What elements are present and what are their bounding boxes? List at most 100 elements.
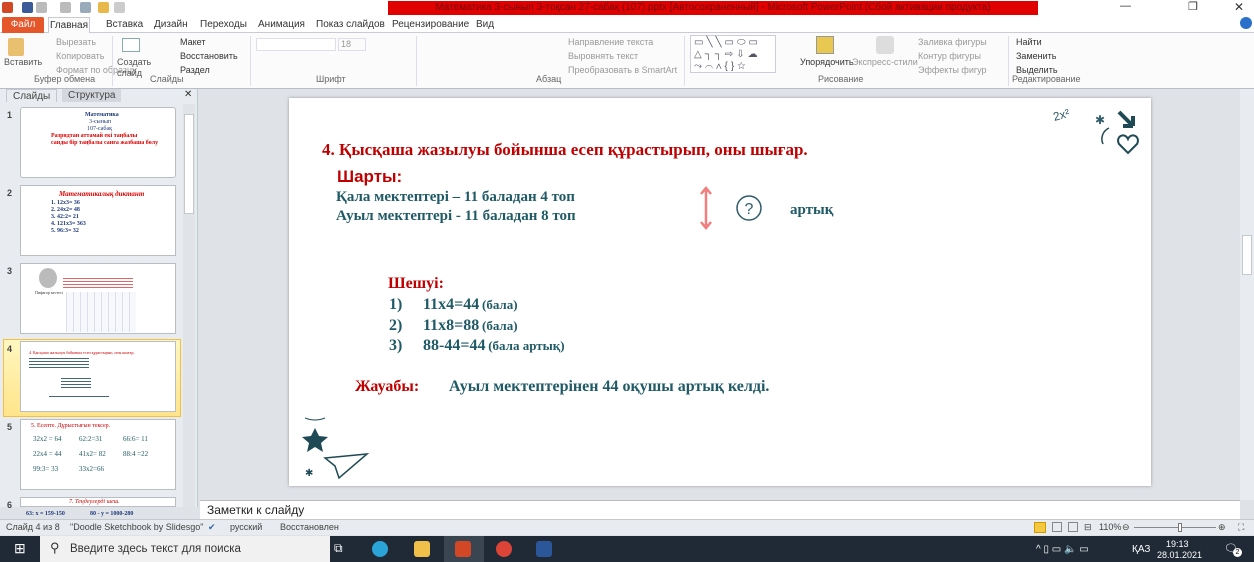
thumb-number: 1 <box>7 110 13 120</box>
fit-slide-button[interactable]: ⛶ <box>1238 522 1244 533</box>
paste-button[interactable]: Вставить <box>4 57 42 67</box>
taskbar-search[interactable]: Введите здесь текст для поиска <box>40 536 330 562</box>
close-button[interactable]: ✕ <box>1234 0 1244 14</box>
slide-thumbnail-3[interactable]: Пифагор кестесі <box>20 263 176 334</box>
thumb-text: 62:2=31 <box>79 435 103 443</box>
thumb-text: 41x2= 82 <box>79 450 106 458</box>
paste-icon <box>8 38 24 56</box>
shape-fill-button[interactable]: Заливка фигуры <box>918 37 987 47</box>
zoom-in-button[interactable]: ⊕ <box>1218 522 1226 533</box>
tray-icons[interactable]: ^ ▯ ▭ 🔈 ▭ <box>1036 544 1089 555</box>
find-button[interactable]: Найти <box>1016 37 1042 47</box>
tab-design[interactable]: Дизайн <box>154 17 188 33</box>
double-arrow-icon <box>700 186 712 230</box>
slideshow-view-button[interactable]: ⊟ <box>1084 522 1092 533</box>
save-icon[interactable] <box>22 2 33 13</box>
layout-button[interactable]: Макет <box>180 37 205 47</box>
restore-button[interactable]: ❐ <box>1188 0 1198 13</box>
window-title: Математика 3-сынып 3-тоқсан 27-сабақ (10… <box>388 1 1038 15</box>
slide-thumbnail-2[interactable]: Математикалық диктант 1. 12x3= 36 2. 24x… <box>20 185 176 256</box>
chrome-icon[interactable] <box>496 541 512 557</box>
redo-icon[interactable] <box>60 2 71 13</box>
status-bar: Слайд 4 из 8 "Doodle Sketchbook by Slide… <box>0 519 1254 535</box>
cut-button[interactable]: Вырезать <box>56 37 96 47</box>
slideshow-icon[interactable] <box>80 2 91 13</box>
text-direction-button[interactable]: Направление текста <box>568 37 653 47</box>
editor-scrollbar[interactable] <box>1240 89 1254 500</box>
thumb-text: 7. Теңдеулерді шеш. <box>69 499 120 505</box>
powerpoint-taskbar-icon[interactable] <box>455 541 471 557</box>
print-preview-icon[interactable] <box>114 2 125 13</box>
section-button[interactable]: Раздел <box>180 65 210 75</box>
thumb-text: 99:3= 33 <box>33 465 59 473</box>
tab-slideshow[interactable]: Показ слайдов <box>316 17 385 33</box>
reset-button[interactable]: Восстановить <box>180 51 238 61</box>
zoom-out-button[interactable]: ⊖ <box>1122 522 1130 533</box>
group-drawing: Рисование <box>818 74 864 84</box>
arrange-button[interactable]: Упорядочить <box>800 57 854 67</box>
tab-transitions[interactable]: Переходы <box>200 17 247 33</box>
quick-styles-icon <box>876 36 894 54</box>
language[interactable]: русский <box>230 522 262 532</box>
notes-field[interactable]: Заметки к слайду <box>200 500 1240 519</box>
edge-icon[interactable] <box>372 541 388 557</box>
more-label: артық <box>790 202 834 218</box>
tab-file[interactable]: Файл <box>2 17 44 33</box>
doodle-formula: 2x² <box>1051 106 1072 124</box>
new-slide-button[interactable]: Создать слайд <box>117 57 151 79</box>
tab-slides[interactable]: Слайды <box>6 89 58 102</box>
open-icon[interactable] <box>98 2 109 13</box>
quick-styles-button[interactable]: Экспресс-стили <box>852 57 918 67</box>
search-icon: ⚲ <box>50 540 60 555</box>
shapes-gallery[interactable]: ▭╲╲▭⬭▭ △┐┐⇨⇩☁ ⤳⌒∧{}☆ <box>690 35 776 73</box>
align-text-button[interactable]: Выровнять текст <box>568 51 638 61</box>
solution-step: 2) 11x8=88 (бала) <box>389 316 518 334</box>
slide-thumbnail-4[interactable]: 4. Қысқаша жазылуы бойынша есеп құрастыр… <box>20 341 176 412</box>
ribbon-tabs: Файл Главная Вставка Дизайн Переходы Ани… <box>0 16 1254 33</box>
shape-effects-button[interactable]: Эффекты фигур <box>918 65 987 75</box>
slide-thumbnail-6[interactable]: 7. Теңдеулерді шеш. <box>20 497 176 507</box>
svg-text:✱: ✱ <box>1095 113 1105 127</box>
tab-review[interactable]: Рецензирование <box>392 17 469 33</box>
windows-start-icon[interactable]: ⊞ <box>14 540 26 557</box>
tab-home[interactable]: Главная <box>48 17 90 33</box>
tab-outline[interactable]: Структура <box>62 89 122 102</box>
minimize-button[interactable]: — <box>1120 0 1131 12</box>
close-panel-button[interactable]: ✕ <box>184 89 192 100</box>
sorter-view-button[interactable] <box>1052 522 1062 532</box>
zoom-slider-thumb[interactable] <box>1178 523 1182 532</box>
tab-view[interactable]: Вид <box>476 17 494 33</box>
spellcheck-icon[interactable]: ✔ <box>208 522 216 533</box>
font-size-select[interactable]: 18 <box>338 38 366 51</box>
thumb-text: 5. Есепте. Дұрыстығын тексер. <box>31 423 111 429</box>
replace-button[interactable]: Заменить <box>1016 51 1056 61</box>
file-explorer-icon[interactable] <box>414 541 430 557</box>
svg-text:?: ? <box>745 201 754 218</box>
normal-view-button[interactable] <box>1034 522 1046 533</box>
reading-view-button[interactable] <box>1068 522 1078 532</box>
group-editing: Редактирование <box>1012 74 1081 84</box>
copy-button[interactable]: Копировать <box>56 51 104 61</box>
convert-smartart-button[interactable]: Преобразовать в SmartArt <box>568 65 677 75</box>
zoom-level[interactable]: 110% <box>1099 522 1121 532</box>
task-view-icon[interactable]: ⧉ <box>334 541 343 556</box>
zoom-slider[interactable] <box>1134 527 1216 528</box>
panel-scrollbar[interactable] <box>183 104 195 507</box>
undo-icon[interactable] <box>36 2 47 13</box>
keyboard-language[interactable]: ҚАЗ <box>1132 544 1150 555</box>
tab-animation[interactable]: Анимация <box>258 17 305 33</box>
help-icon[interactable] <box>1240 17 1252 29</box>
clock-time[interactable]: 19:13 <box>1166 539 1189 549</box>
thumb-text: 2. 24x2= 48 <box>51 207 80 213</box>
shape-outline-button[interactable]: Контур фигуры <box>918 51 981 61</box>
font-name-select[interactable] <box>256 38 336 51</box>
slide-thumbnail-1[interactable]: Математика 3-сынып 107-сабақ Разрядтан а… <box>20 107 176 178</box>
slide-thumbnail-5[interactable]: 5. Есепте. Дұрыстығын тексер. 32x2 = 64 … <box>20 419 176 490</box>
word-icon[interactable] <box>536 541 552 557</box>
clock-date[interactable]: 28.01.2021 <box>1157 550 1202 560</box>
tab-insert[interactable]: Вставка <box>106 17 143 33</box>
thumb-number: 2 <box>7 188 13 198</box>
slide-canvas[interactable]: 4. Қысқаша жазылуы бойынша есеп құрастыр… <box>289 98 1151 486</box>
thumb-text: 22x4 = 44 <box>33 450 62 458</box>
thumb-text: 5. 96:3= 32 <box>51 228 79 234</box>
